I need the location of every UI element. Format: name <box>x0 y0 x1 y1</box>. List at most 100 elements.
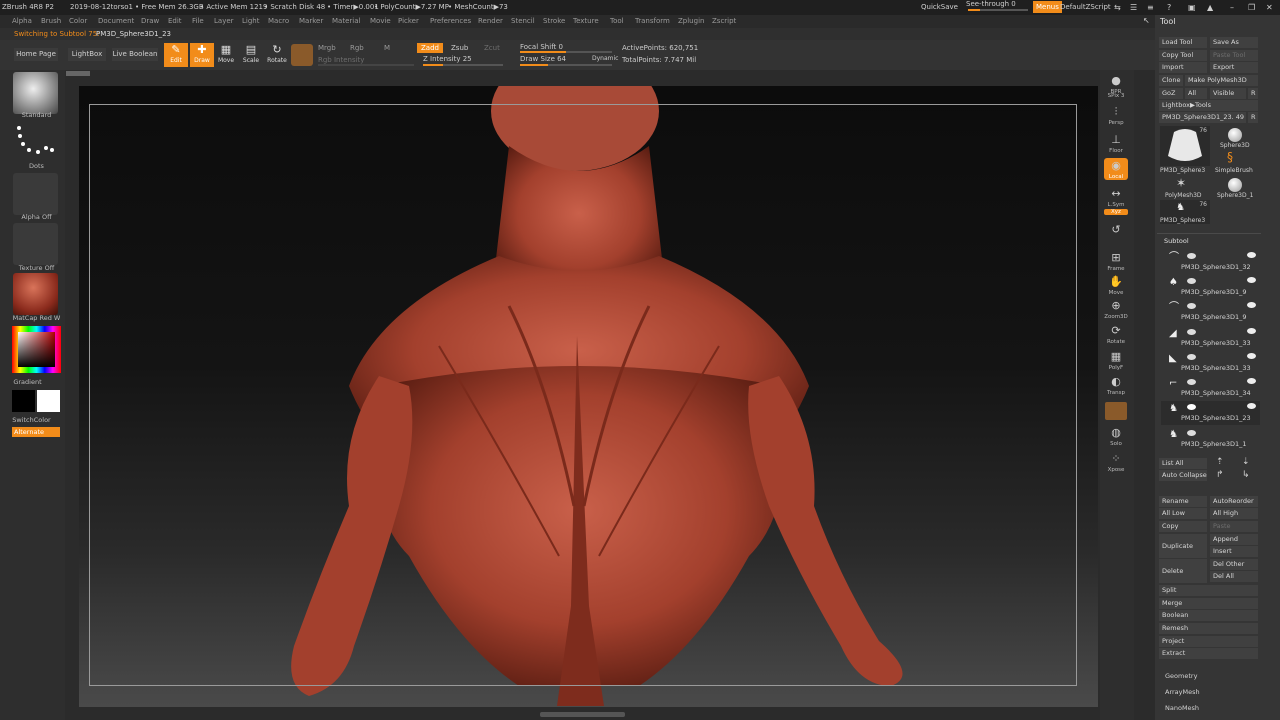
panel-arrow-icon[interactable]: ↖ <box>1143 16 1150 25</box>
focal-shift-track[interactable] <box>520 51 612 53</box>
current-tool-slider[interactable]: PM3D_Sphere3D1_23. 49 <box>1159 112 1246 123</box>
eye-icon[interactable] <box>1247 328 1256 334</box>
subtool-row[interactable]: ⌒ PM3D_Sphere3D1_9 <box>1161 300 1260 324</box>
eye-icon[interactable] <box>1247 403 1256 409</box>
menu-preferences[interactable]: Preferences <box>430 17 471 25</box>
subtool-row-selected[interactable]: ♞ PM3D_Sphere3D1_23 <box>1161 401 1260 425</box>
sphere3d-1-thumb[interactable] <box>1228 178 1242 192</box>
settings-icon[interactable]: ☰ <box>1130 3 1137 12</box>
subtool-row[interactable]: ♞ PM3D_Sphere3D1_1 <box>1161 427 1260 451</box>
arrow-up-icon[interactable]: ⇡ <box>1216 457 1224 467</box>
move-view-button[interactable]: ✋ Move <box>1104 274 1128 296</box>
draw-size-slider[interactable]: Draw Size 64 <box>520 55 566 63</box>
persp-button[interactable]: ⫶ Persp <box>1104 104 1128 126</box>
help-icon[interactable]: ? <box>1167 3 1171 12</box>
polyf-button[interactable]: ▦ PolyF <box>1104 349 1128 371</box>
menu-edit[interactable]: Edit <box>168 17 182 25</box>
move-up-icon[interactable]: ↱ <box>1216 470 1224 480</box>
menu-marker[interactable]: Marker <box>299 17 323 25</box>
zadd-button[interactable]: Zadd <box>417 43 443 53</box>
switch-color-button[interactable]: SwitchColor <box>0 416 64 424</box>
local-button[interactable]: ◉ Local <box>1104 158 1128 180</box>
load-tool-button[interactable]: Load Tool <box>1159 37 1207 48</box>
sphere3d-thumb[interactable] <box>1228 128 1242 142</box>
floor-button[interactable]: ⊥ Floor <box>1104 132 1128 154</box>
layout-icon[interactable]: ≡ <box>1147 3 1154 12</box>
minimize-icon[interactable]: – <box>1230 3 1234 12</box>
close-icon[interactable]: ✕ <box>1266 3 1273 12</box>
polypaint-icon[interactable] <box>1187 329 1196 335</box>
color-picker[interactable] <box>12 326 61 373</box>
menu-material[interactable]: Material <box>332 17 360 25</box>
all-low-button[interactable]: All Low <box>1159 508 1207 519</box>
goz-button[interactable]: GoZ <box>1159 88 1183 99</box>
split-menu[interactable]: Split <box>1159 585 1258 596</box>
zscript-label[interactable]: DefaultZScript <box>1060 3 1111 11</box>
m-button[interactable]: M <box>384 44 390 52</box>
goz-r-button[interactable]: R <box>1248 88 1258 99</box>
menu-light[interactable]: Light <box>242 17 259 25</box>
menu-stencil[interactable]: Stencil <box>511 17 535 25</box>
stroke-thumbnail[interactable] <box>13 122 58 164</box>
zsub-button[interactable]: Zsub <box>451 44 468 52</box>
menu-zscript[interactable]: Zscript <box>712 17 736 25</box>
current-tool-r-button[interactable]: R <box>1248 112 1258 123</box>
focal-shift-slider[interactable]: Focal Shift 0 <box>520 43 563 51</box>
texture-thumbnail[interactable] <box>13 223 58 265</box>
menu-stroke[interactable]: Stroke <box>543 17 565 25</box>
menu-zplugin[interactable]: Zplugin <box>678 17 704 25</box>
boolean-menu[interactable]: Boolean <box>1159 610 1258 621</box>
subtool-row[interactable]: ♠ PM3D_Sphere3D1_9 <box>1161 275 1260 299</box>
menu-movie[interactable]: Movie <box>370 17 391 25</box>
eye-icon[interactable] <box>1247 277 1256 283</box>
insert-button[interactable]: Insert <box>1210 546 1258 557</box>
menu-draw[interactable]: Draw <box>141 17 159 25</box>
rotate-y-icon[interactable]: ↺ <box>1104 222 1128 238</box>
canvas-scroll-handle[interactable] <box>66 71 90 76</box>
primary-color[interactable] <box>37 390 60 412</box>
paste-tool-button[interactable]: Paste Tool <box>1210 50 1258 61</box>
z-intensity-slider[interactable]: Z Intensity 25 <box>423 55 472 63</box>
material-thumbnail[interactable] <box>13 273 58 315</box>
rotate-view-button[interactable]: ⟳ Rotate <box>1104 323 1128 345</box>
tool-thumb-current[interactable]: 76 <box>1160 126 1210 166</box>
menu-picker[interactable]: Picker <box>398 17 419 25</box>
project-menu[interactable]: Project <box>1159 636 1258 647</box>
menu-layer[interactable]: Layer <box>214 17 234 25</box>
z-intensity-track[interactable] <box>423 64 503 66</box>
xpose-button[interactable]: ⁘ Xpose <box>1104 451 1128 473</box>
menu-file[interactable]: File <box>192 17 204 25</box>
del-all-button[interactable]: Del All <box>1210 571 1258 582</box>
rgb-intensity-track[interactable] <box>318 64 414 66</box>
simplebrush-thumb-icon[interactable]: § <box>1227 150 1233 164</box>
polypaint-icon[interactable] <box>1187 404 1196 410</box>
move-button[interactable]: ▦ Move <box>214 43 238 67</box>
make-polymesh-button[interactable]: Make PolyMesh3D <box>1185 75 1258 86</box>
move-down-icon[interactable]: ↳ <box>1242 470 1250 480</box>
auto-collapse-button[interactable]: Auto Collapse <box>1159 470 1207 481</box>
material-swatch[interactable] <box>291 44 313 66</box>
scale-button[interactable]: ▤ Scale <box>239 43 263 67</box>
mrgb-button[interactable]: Mrgb <box>318 44 336 52</box>
polypaint-icon[interactable] <box>1187 303 1196 309</box>
solo-button[interactable]: ◍ Solo <box>1104 425 1128 447</box>
quicksave-button[interactable]: QuickSave <box>921 3 958 11</box>
geometry-menu[interactable]: Geometry <box>1165 672 1197 680</box>
lock-icon[interactable]: ▲ <box>1207 3 1213 12</box>
paste-subtool-button[interactable]: Paste <box>1210 521 1258 532</box>
subtool-row[interactable]: ⌐ PM3D_Sphere3D1_34 <box>1161 376 1260 400</box>
bpr-button[interactable]: ● BPR <box>1104 73 1128 95</box>
draw-size-track[interactable] <box>520 64 612 66</box>
dynamic-button[interactable]: Dynamic <box>592 55 618 62</box>
edit-button[interactable]: ✎ Edit <box>164 43 188 67</box>
menu-tool[interactable]: Tool <box>610 17 624 25</box>
eye-icon[interactable] <box>1247 378 1256 384</box>
polypaint-icon[interactable] <box>1187 379 1196 385</box>
menu-color[interactable]: Color <box>69 17 87 25</box>
secondary-color[interactable] <box>12 390 35 412</box>
alternate-button[interactable]: Alternate <box>12 427 60 437</box>
see-through-slider[interactable]: See-through 0 <box>966 0 1016 8</box>
subtool-row[interactable]: ⌒ PM3D_Sphere3D1_32 <box>1161 250 1260 274</box>
menu-alpha[interactable]: Alpha <box>12 17 32 25</box>
menu-brush[interactable]: Brush <box>41 17 61 25</box>
